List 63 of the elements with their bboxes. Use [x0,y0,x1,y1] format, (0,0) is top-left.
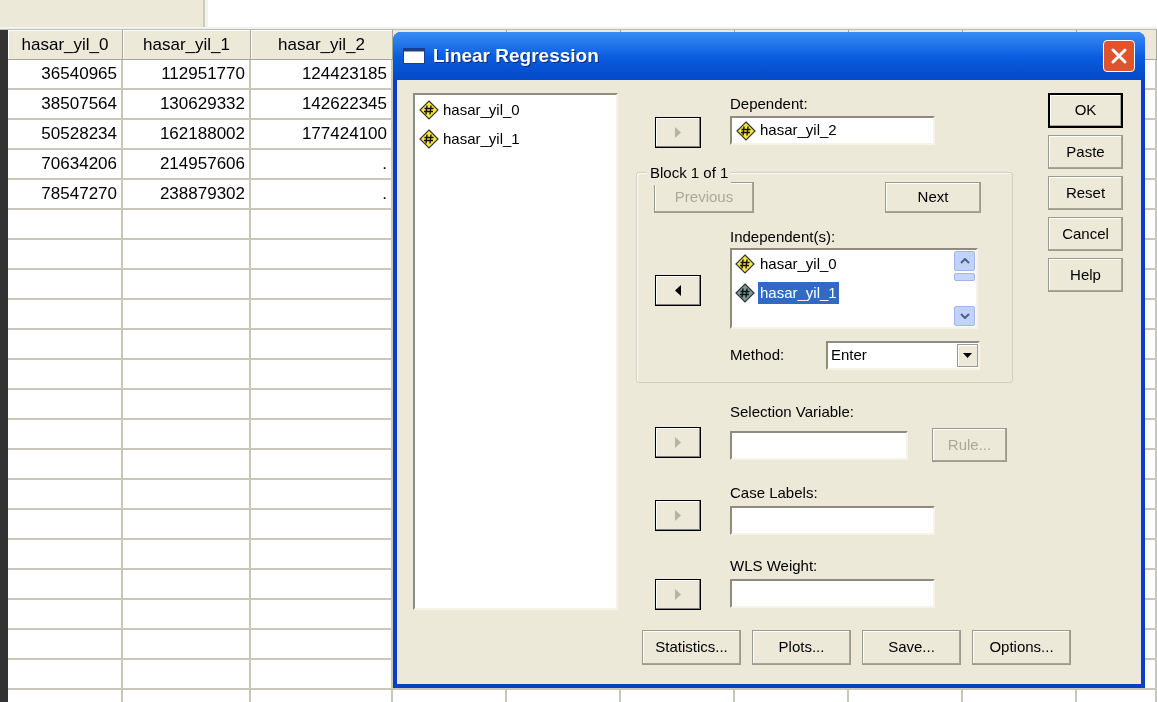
input-field[interactable] [730,579,935,608]
right-arrow-icon [675,589,681,600]
table-cell: 70634206 [8,150,123,180]
scroll-thumb[interactable] [954,273,975,281]
close-button[interactable] [1103,40,1135,72]
dialog-button[interactable]: Save... [862,630,961,665]
table-cell: 238879302 [123,180,251,210]
field-label: Selection Variable: [730,402,855,420]
input-field[interactable] [730,506,935,535]
hash-diamond-icon [419,100,439,121]
variable-list[interactable]: hasar_yil_0 hasar_yil_1 [413,93,618,610]
dropdown-caret-icon [963,353,972,358]
dialog-button[interactable]: Options... [972,630,1071,665]
cell-name-box[interactable] [0,0,205,27]
table-cell: 112951770 [123,60,251,90]
window-title: Linear Regression [433,43,600,68]
dialog-button[interactable]: Cancel [1048,217,1123,251]
dialog-button[interactable]: Plots... [752,630,851,665]
right-arrow-icon [675,127,681,138]
hash-diamond-icon [735,282,755,303]
variable-item[interactable]: hasar_yil_1 [758,281,839,304]
transfer-button[interactable] [655,275,701,306]
table-cell: 36540965 [8,60,123,90]
field-label: Case Labels: [730,483,819,501]
window-icon [403,48,425,64]
hash-diamond-icon [735,254,755,275]
dialog-button[interactable]: Statistics... [642,630,741,665]
field-label: Method: [730,345,786,366]
field-label: WLS Weight: [730,556,819,574]
dialog-button[interactable]: Reset [1048,176,1123,210]
variable-item[interactable]: hasar_yil_0 [443,99,520,122]
table-cell: 38507564 [8,90,123,120]
column-header[interactable]: hasar_yil_1 [123,30,251,60]
table-cell: 50528234 [8,120,123,150]
close-icon [1110,47,1128,65]
right-arrow-icon [675,437,681,448]
variable-item[interactable]: hasar_yil_0 [758,253,839,276]
method-dropdown[interactable]: Enter [826,341,980,370]
table-cell: 214957606 [123,150,251,180]
field-label: Independent(s): [730,227,837,245]
input-field[interactable] [730,430,908,460]
dialog-button[interactable]: Paste [1048,135,1123,169]
hash-diamond-icon [736,120,756,141]
column-header[interactable]: hasar_yil_2 [251,30,393,60]
dialog-button[interactable]: Help [1048,258,1123,292]
field-label: Dependent: [730,94,809,112]
dialog-button[interactable]: Next [885,182,981,213]
field-value: hasar_yil_2 [760,120,837,141]
scroll-up-button[interactable] [954,251,975,271]
table-cell: 162188002 [123,120,251,150]
dialog-button[interactable]: OK [1048,93,1123,128]
right-arrow-icon [675,510,681,521]
column-header[interactable]: hasar_yil_0 [8,30,123,60]
table-cell: 78547270 [8,180,123,210]
independents-list[interactable]: hasar_yil_0 hasar_yil_1 [730,248,978,329]
scroll-down-button[interactable] [954,306,975,326]
chevron-down-icon [959,313,970,319]
table-cell: 130629332 [123,90,251,120]
hash-diamond-icon [419,128,439,149]
chevron-up-icon [959,258,970,264]
left-arrow-icon [675,285,681,296]
input-field[interactable]: hasar_yil_2 [730,116,935,145]
variable-item[interactable]: hasar_yil_1 [443,127,520,150]
